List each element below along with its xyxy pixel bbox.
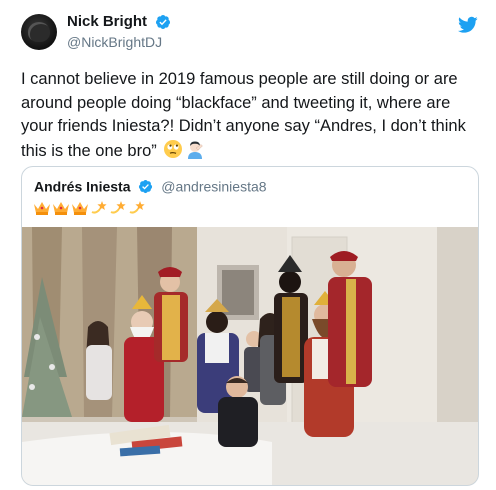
tweet-body: I cannot believe in 2019 famous people a… [21, 68, 481, 163]
author-handle[interactable]: @NickBrightDJ [67, 34, 171, 50]
tweet-card: Nick Bright @NickBrightDJ I cannot belie… [0, 0, 496, 490]
quoted-tweet-header: Andrés Iniesta @andresiniesta8 [34, 177, 267, 194]
verified-badge-icon [156, 14, 171, 29]
quoted-tweet-text [33, 199, 147, 217]
crown-icon [34, 202, 50, 216]
face-with-rolling-eyes-icon [164, 139, 183, 158]
dizzy-icon [129, 201, 145, 214]
quoted-author-name[interactable]: Andrés Iniesta [34, 178, 130, 194]
quoted-tweet[interactable]: Andrés Iniesta @andresiniesta8 [21, 166, 479, 486]
man-facepalming-icon [188, 141, 204, 159]
quoted-tweet-photo[interactable] [22, 227, 479, 486]
quoted-author-handle[interactable]: @andresiniesta8 [161, 178, 266, 194]
dizzy-icon [91, 201, 107, 214]
author-info: Nick Bright @NickBrightDJ [67, 13, 171, 50]
crown-icon [53, 202, 69, 216]
author-avatar[interactable] [21, 14, 57, 50]
dizzy-icon [110, 201, 126, 214]
crown-icon [72, 202, 88, 216]
author-display-name[interactable]: Nick Bright [67, 13, 147, 30]
verified-badge-icon [139, 179, 153, 193]
tweet-text: I cannot believe in 2019 famous people a… [21, 70, 466, 160]
twitter-bird-icon[interactable] [458, 16, 478, 34]
